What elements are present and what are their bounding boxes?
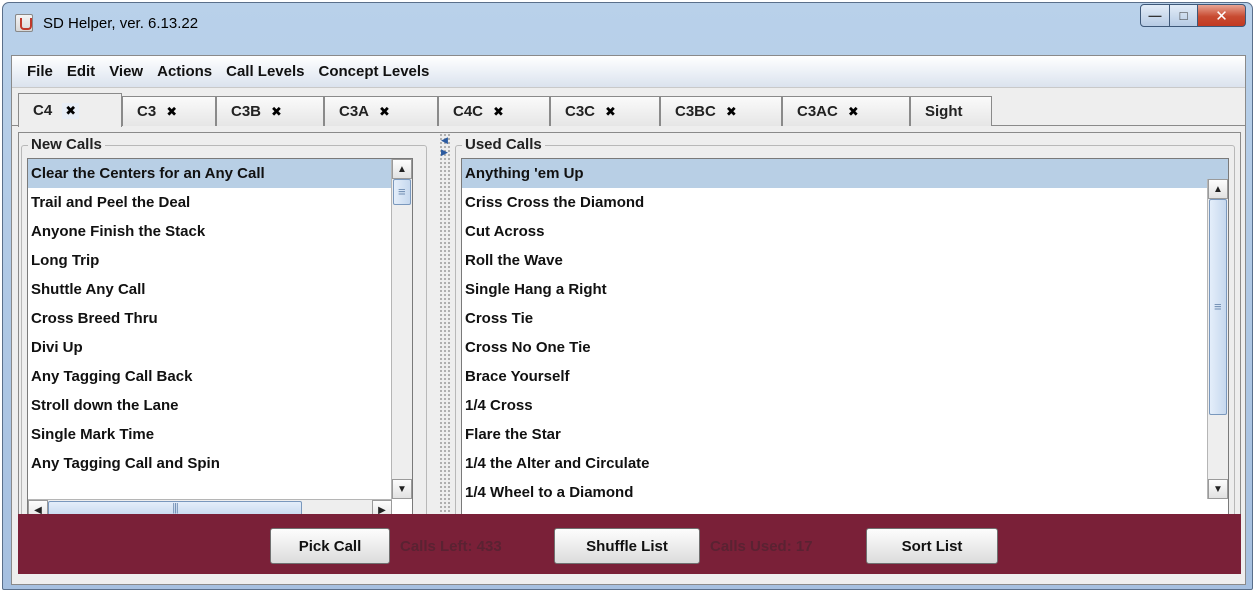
tab-label: C3 [137, 103, 157, 120]
split-divider[interactable]: ◀ ▶ [439, 133, 451, 551]
scroll-thumb[interactable] [1209, 199, 1227, 415]
scroll-down-icon[interactable]: ▼ [392, 479, 412, 499]
tab-label: C4C [453, 103, 484, 120]
tab-label: Sight [925, 103, 963, 120]
sort-list-button[interactable]: Sort List [866, 528, 998, 564]
list-item[interactable]: Clear the Centers for an Any Call [28, 159, 412, 188]
used-calls-group: Used Calls Anything 'em Up Criss Cross t… [455, 136, 1235, 537]
tab-close-icon[interactable]: ✖ [271, 104, 282, 120]
tab-label: C3A [339, 103, 370, 120]
java-cup-icon [15, 14, 33, 32]
list-item[interactable]: Anyone Finish the Stack [28, 217, 412, 246]
menu-concept-levels[interactable]: Concept Levels [312, 63, 437, 80]
new-calls-list[interactable]: Clear the Centers for an Any Call Trail … [27, 158, 413, 520]
maximize-button[interactable]: □ [1170, 4, 1198, 27]
list-item[interactable]: 1/4 the Alter and Circulate [462, 449, 1228, 478]
menu-bar: File Edit View Actions Call Levels Conce… [12, 56, 1245, 88]
title-bar[interactable]: SD Helper, ver. 6.13.22 — □ ✕ [3, 3, 1252, 49]
list-item[interactable]: Cut Across [462, 217, 1228, 246]
list-item[interactable]: Shuttle Any Call [28, 275, 412, 304]
used-calls-title: Used Calls [462, 136, 545, 153]
collapse-right-icon[interactable]: ▶ [441, 147, 449, 157]
tab-close-icon[interactable]: ✖ [166, 104, 177, 120]
used-calls-list[interactable]: Anything 'em Up Criss Cross the Diamond … [461, 158, 1229, 520]
used-calls-vscrollbar[interactable]: ▲ ▼ [1207, 179, 1228, 499]
list-item[interactable]: Divi Up [28, 333, 412, 362]
calls-used-counter: Calls Used: 17 [710, 538, 813, 555]
scroll-thumb[interactable] [393, 179, 411, 205]
shuffle-list-button[interactable]: Shuffle List [554, 528, 700, 564]
scroll-up-icon[interactable]: ▲ [1208, 179, 1228, 199]
app-window: SD Helper, ver. 6.13.22 — □ ✕ File Edit … [2, 2, 1253, 590]
scroll-down-icon[interactable]: ▼ [1208, 479, 1228, 499]
menu-view[interactable]: View [102, 63, 150, 80]
tab-c3a[interactable]: C3A ✖ [324, 96, 438, 126]
menu-file[interactable]: File [20, 63, 60, 80]
tab-c3c[interactable]: C3C ✖ [550, 96, 660, 126]
tab-label: C3AC [797, 103, 838, 120]
client-area: File Edit View Actions Call Levels Conce… [11, 55, 1246, 585]
list-item[interactable]: Any Tagging Call and Spin [28, 449, 412, 478]
close-button[interactable]: ✕ [1198, 4, 1246, 27]
window-title: SD Helper, ver. 6.13.22 [43, 15, 199, 32]
calls-left-counter: Calls Left: 433 [400, 538, 502, 555]
tab-label: C3B [231, 103, 262, 120]
tab-c4c[interactable]: C4C ✖ [438, 96, 550, 126]
new-calls-title: New Calls [28, 136, 105, 153]
list-item[interactable]: Flare the Star [462, 420, 1228, 449]
scroll-up-icon[interactable]: ▲ [392, 159, 412, 179]
list-item[interactable]: Cross Tie [462, 304, 1228, 333]
tab-sight[interactable]: Sight [910, 96, 992, 126]
list-item[interactable]: Roll the Wave [462, 246, 1228, 275]
list-item[interactable]: Single Mark Time [28, 420, 412, 449]
tab-close-icon[interactable]: ✖ [726, 104, 737, 120]
tab-c4[interactable]: C4 ✖ [18, 93, 122, 127]
list-item[interactable]: Single Hang a Right [462, 275, 1228, 304]
content-panel: New Calls Clear the Centers for an Any C… [18, 132, 1241, 552]
list-item[interactable]: Cross No One Tie [462, 333, 1228, 362]
tab-label: C4 [33, 102, 53, 119]
list-item[interactable]: Long Trip [28, 246, 412, 275]
tab-c3[interactable]: C3 ✖ [122, 96, 216, 126]
list-item[interactable]: Any Tagging Call Back [28, 362, 412, 391]
minimize-button[interactable]: — [1140, 4, 1170, 27]
tab-close-icon[interactable]: ✖ [379, 104, 390, 120]
action-bar: Pick Call Calls Left: 433 Shuffle List C… [18, 514, 1241, 574]
list-item[interactable]: 1/4 Cross [462, 391, 1228, 420]
new-calls-vscrollbar[interactable]: ▲ ▼ [391, 159, 412, 499]
list-item[interactable]: Cross Breed Thru [28, 304, 412, 333]
tab-close-icon[interactable]: ✖ [62, 102, 80, 119]
tab-c3b[interactable]: C3B ✖ [216, 96, 324, 126]
list-item[interactable]: Criss Cross the Diamond [462, 188, 1228, 217]
pick-call-button[interactable]: Pick Call [270, 528, 390, 564]
tab-close-icon[interactable]: ✖ [605, 104, 616, 120]
collapse-left-icon[interactable]: ◀ [441, 135, 449, 145]
tab-c3bc[interactable]: C3BC ✖ [660, 96, 782, 126]
list-item[interactable]: Brace Yourself [462, 362, 1228, 391]
new-calls-group: New Calls Clear the Centers for an Any C… [21, 136, 427, 537]
list-item[interactable]: 1/4 Wheel to a Diamond [462, 478, 1228, 507]
list-item[interactable]: Anything 'em Up [462, 159, 1228, 188]
tab-strip: C4 ✖ C3 ✖ C3B ✖ C3A ✖ C4C ✖ C3C ✖ C3BC ✖… [12, 88, 1245, 127]
list-item[interactable]: Stroll down the Lane [28, 391, 412, 420]
tab-label: C3C [565, 103, 596, 120]
menu-call-levels[interactable]: Call Levels [219, 63, 311, 80]
tab-c3ac[interactable]: C3AC ✖ [782, 96, 910, 126]
menu-edit[interactable]: Edit [60, 63, 102, 80]
tab-label: C3BC [675, 103, 716, 120]
menu-actions[interactable]: Actions [150, 63, 219, 80]
window-controls: — □ ✕ [1140, 4, 1246, 27]
tab-close-icon[interactable]: ✖ [493, 104, 504, 120]
tab-close-icon[interactable]: ✖ [848, 104, 859, 120]
list-item[interactable]: Trail and Peel the Deal [28, 188, 412, 217]
